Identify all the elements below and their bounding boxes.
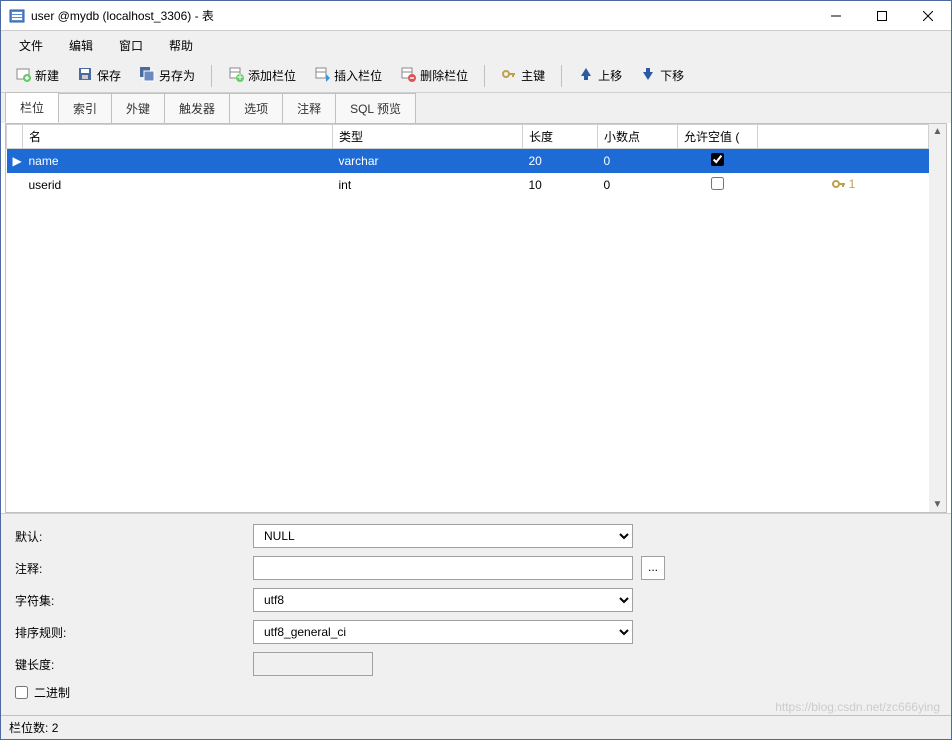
col-header-nullable[interactable]: 允许空值 ( — [678, 125, 758, 149]
columns-table[interactable]: 名 类型 长度 小数点 允许空值 ( ▶namevarchar200userid… — [6, 124, 929, 198]
minimize-button[interactable] — [813, 1, 859, 31]
statusbar: 栏位数: 2 — [1, 715, 951, 739]
addcol-icon: + — [228, 66, 244, 85]
arrow-up-icon — [578, 66, 594, 85]
menubar: 文件 编辑 窗口 帮助 — [1, 31, 951, 59]
tab-sql[interactable]: SQL 预览 — [335, 93, 416, 123]
table-row[interactable]: ▶namevarchar200 — [7, 149, 929, 173]
key-icon — [501, 66, 517, 85]
maximize-button[interactable] — [859, 1, 905, 31]
saveas-icon — [139, 66, 155, 85]
movedown-button[interactable]: 下移 — [632, 63, 692, 88]
charset-select[interactable]: utf8 — [253, 588, 633, 612]
menu-window[interactable]: 窗口 — [107, 33, 155, 58]
inscol-button[interactable]: 插入栏位 — [306, 63, 390, 88]
moveup-button[interactable]: 上移 — [570, 63, 630, 88]
label-collation: 排序规则: — [15, 624, 245, 641]
col-header-name[interactable]: 名 — [23, 125, 333, 149]
cell-pk[interactable]: 1 — [758, 173, 929, 198]
comment-input[interactable] — [253, 556, 633, 580]
label-charset: 字符集: — [15, 592, 245, 609]
menu-edit[interactable]: 编辑 — [57, 33, 105, 58]
saveas-label: 另存为 — [159, 67, 195, 84]
inscol-label: 插入栏位 — [334, 67, 382, 84]
separator — [484, 65, 485, 87]
tab-options[interactable]: 选项 — [229, 93, 283, 123]
cell-name[interactable]: name — [23, 149, 333, 173]
titlebar: user @mydb (localhost_3306) - 表 — [1, 1, 951, 31]
scroll-up-icon: ▲ — [933, 126, 943, 137]
vertical-scrollbar[interactable]: ▲ ▼ — [929, 124, 946, 512]
delcol-label: 删除栏位 — [420, 67, 468, 84]
arrow-down-icon — [640, 66, 656, 85]
addcol-label: 添加栏位 — [248, 67, 296, 84]
tab-fks[interactable]: 外键 — [111, 93, 165, 123]
delcol-button[interactable]: 删除栏位 — [392, 63, 476, 88]
save-button[interactable]: 保存 — [69, 63, 129, 88]
tab-comment[interactable]: 注释 — [282, 93, 336, 123]
app-icon — [9, 8, 25, 24]
properties-pane: 默认: NULL 注释: ... 字符集: utf8 排序规则: utf8_ge… — [1, 513, 951, 715]
saveas-button[interactable]: 另存为 — [131, 63, 203, 88]
status-count-label: 栏位数: — [9, 719, 48, 736]
status-count: 2 — [52, 721, 59, 735]
row-pointer: ▶ — [7, 149, 23, 173]
tab-triggers[interactable]: 触发器 — [164, 93, 230, 123]
separator — [211, 65, 212, 87]
cell-name[interactable]: userid — [23, 173, 333, 198]
delcol-icon — [400, 66, 416, 85]
scroll-down-icon: ▼ — [933, 499, 943, 510]
new-label: 新建 — [35, 67, 59, 84]
table-row[interactable]: useridint100 1 — [7, 173, 929, 198]
close-button[interactable] — [905, 1, 951, 31]
toolbar: 新建 保存 另存为 + 添加栏位 插入栏位 删除栏位 主键 上移 下移 — [1, 59, 951, 93]
new-icon — [15, 66, 31, 85]
cell-nullable[interactable] — [678, 149, 758, 173]
new-button[interactable]: 新建 — [7, 63, 67, 88]
col-header-type[interactable]: 类型 — [333, 125, 523, 149]
cell-decimals[interactable]: 0 — [598, 149, 678, 173]
collation-select[interactable]: utf8_general_ci — [253, 620, 633, 644]
comment-more-button[interactable]: ... — [641, 556, 665, 580]
nullable-checkbox[interactable] — [711, 177, 724, 190]
keylen-input[interactable] — [253, 652, 373, 676]
binary-checkbox[interactable] — [15, 686, 28, 699]
label-comment: 注释: — [15, 560, 245, 577]
col-header-decimals[interactable]: 小数点 — [598, 125, 678, 149]
cell-length[interactable]: 20 — [523, 149, 598, 173]
addcol-button[interactable]: + 添加栏位 — [220, 63, 304, 88]
cell-pk[interactable] — [758, 149, 929, 173]
row-pointer — [7, 173, 23, 198]
cell-length[interactable]: 10 — [523, 173, 598, 198]
save-label: 保存 — [97, 67, 121, 84]
tabstrip: 栏位 索引 外键 触发器 选项 注释 SQL 预览 — [1, 93, 951, 123]
label-binary: 二进制 — [34, 684, 70, 701]
pk-button[interactable]: 主键 — [493, 63, 553, 88]
grid-container: 名 类型 长度 小数点 允许空值 ( ▶namevarchar200userid… — [5, 123, 947, 513]
cell-type[interactable]: varchar — [333, 149, 523, 173]
separator — [561, 65, 562, 87]
menu-help[interactable]: 帮助 — [157, 33, 205, 58]
cell-type[interactable]: int — [333, 173, 523, 198]
cell-nullable[interactable] — [678, 173, 758, 198]
table-header-row: 名 类型 长度 小数点 允许空值 ( — [7, 125, 929, 149]
movedown-label: 下移 — [660, 67, 684, 84]
menu-file[interactable]: 文件 — [7, 33, 55, 58]
label-default: 默认: — [15, 528, 245, 545]
nullable-checkbox[interactable] — [711, 153, 724, 166]
cell-decimals[interactable]: 0 — [598, 173, 678, 198]
label-keylen: 键长度: — [15, 656, 245, 673]
tab-fields[interactable]: 栏位 — [5, 92, 59, 123]
svg-text:+: + — [237, 70, 244, 82]
inscol-icon — [314, 66, 330, 85]
window-title: user @mydb (localhost_3306) - 表 — [31, 7, 813, 24]
pk-label: 主键 — [521, 67, 545, 84]
key-icon: 1 — [831, 176, 856, 192]
tab-indexes[interactable]: 索引 — [58, 93, 112, 123]
default-select[interactable]: NULL — [253, 524, 633, 548]
binary-checkbox-label[interactable]: 二进制 — [15, 684, 70, 701]
col-header-length[interactable]: 长度 — [523, 125, 598, 149]
moveup-label: 上移 — [598, 67, 622, 84]
save-icon — [77, 66, 93, 85]
